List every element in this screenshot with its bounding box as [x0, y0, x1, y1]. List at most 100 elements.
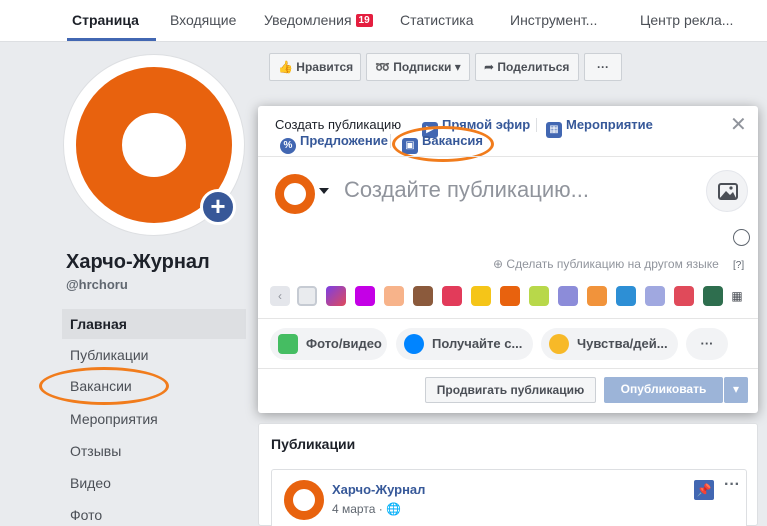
chevron-down-icon: ▾: [732, 382, 740, 396]
tab-job-label: Вакансия: [422, 133, 484, 148]
sidebar-item-events[interactable]: Мероприятия: [62, 404, 246, 434]
messenger-icon: [404, 334, 424, 354]
tab-event-label: Мероприятие: [566, 117, 653, 132]
tab-divider: [536, 118, 537, 132]
share-label: Поделиться: [497, 60, 570, 74]
swatch-brown[interactable]: [413, 286, 433, 306]
other-language-link[interactable]: ⊕ Сделать публикацию на другом языке: [493, 257, 719, 271]
help-link[interactable]: [?]: [733, 260, 744, 271]
messenger-button[interactable]: Получайте с...: [396, 328, 533, 360]
like-button[interactable]: 👍 Нравится: [269, 53, 361, 81]
feelings-button[interactable]: Чувства/дей...: [541, 328, 678, 360]
tab-ad-center[interactable]: Центр рекла...: [640, 12, 733, 28]
tab-create-post[interactable]: Создать публикацию: [275, 117, 401, 132]
composer-avatar[interactable]: [275, 174, 315, 214]
posts-section-title: Публикации: [271, 436, 356, 452]
photo-video-label: Фото/видео: [306, 336, 382, 351]
swatch-lavender[interactable]: [558, 286, 578, 306]
post-more-icon[interactable]: ···: [724, 476, 740, 494]
publish-button[interactable]: Опубликовать: [604, 377, 723, 403]
subscriptions-label: Подписки: [393, 60, 452, 74]
chevron-down-icon: ▾: [454, 60, 461, 74]
sidebar-item-jobs[interactable]: Вакансии: [62, 371, 246, 401]
footer-divider: [258, 368, 758, 369]
more-options-button[interactable]: ···: [686, 328, 728, 360]
post-author-avatar[interactable]: [284, 480, 324, 520]
thumbs-up-icon: 👍: [278, 60, 293, 74]
messenger-label: Получайте с...: [432, 336, 523, 351]
tab-offer[interactable]: % Предложение: [280, 133, 388, 154]
like-label: Нравится: [296, 60, 354, 74]
photo-icon: [278, 334, 298, 354]
share-button[interactable]: ➦ Поделиться: [475, 53, 579, 81]
swatch-rose[interactable]: [674, 286, 694, 306]
other-language-label: Сделать публикацию на другом языке: [506, 257, 719, 271]
swatch-blue[interactable]: [616, 286, 636, 306]
percent-icon: %: [280, 138, 296, 154]
header-divider: [258, 156, 758, 157]
tab-insights[interactable]: Статистика: [400, 12, 474, 28]
more-actions-button[interactable]: ···: [584, 53, 622, 81]
plus-circle-icon: ⊕: [493, 257, 504, 271]
page-action-bar: 👍 Нравится ➿ Подписки ▾ ➦ Поделиться ···: [269, 53, 623, 81]
sidebar-item-photos[interactable]: Фото: [62, 500, 246, 526]
tab-divider: [390, 134, 391, 148]
post-author-name[interactable]: Харчо-Журнал: [332, 482, 425, 497]
boost-post-button[interactable]: Продвигать публикацию: [425, 377, 596, 403]
add-photo-button[interactable]: +: [200, 189, 236, 225]
tab-job[interactable]: ▣ Вакансия: [402, 133, 483, 154]
swatch-orange[interactable]: [587, 286, 607, 306]
swatch-gradient[interactable]: [326, 286, 346, 306]
pin-icon[interactable]: 📌: [694, 480, 714, 500]
feelings-label: Чувства/дей...: [577, 336, 668, 351]
sidebar-item-videos[interactable]: Видео: [62, 468, 246, 498]
post-date-label: 4 марта: [332, 502, 376, 516]
sidebar-item-reviews[interactable]: Отзывы: [62, 436, 246, 466]
smiley-icon: [549, 334, 569, 354]
swatch-green[interactable]: [703, 286, 723, 306]
page-title: Харчо-Журнал: [66, 251, 210, 273]
share-arrow-icon: ➦: [484, 60, 495, 74]
create-post-dialog: Создать публикацию ▶ Прямой эфир ▦ Меропри…: [258, 106, 758, 413]
tab-page[interactable]: Страница: [72, 12, 139, 28]
swatch-divider: [258, 318, 758, 319]
grid-icon[interactable]: ▦: [728, 286, 746, 306]
swatch-lime[interactable]: [529, 286, 549, 306]
top-navigation: Страница Входящие Уведомления 19 Статисти…: [0, 0, 767, 42]
globe-icon: 🌐: [386, 502, 402, 516]
photo-video-button[interactable]: Фото/видео: [270, 328, 387, 360]
briefcase-icon: ▣: [402, 138, 418, 154]
tab-notifications-label: Уведомления: [264, 12, 352, 28]
publish-options-button[interactable]: ▾: [724, 377, 748, 403]
sidebar-item-home[interactable]: Главная: [62, 309, 246, 339]
background-swatches: ‹ ▦: [270, 286, 746, 306]
tab-notifications[interactable]: Уведомления 19: [264, 12, 373, 28]
tab-inbox[interactable]: Входящие: [170, 12, 236, 28]
subscriptions-button[interactable]: ➿ Подписки ▾: [366, 53, 470, 81]
post-date[interactable]: 4 марта · 🌐: [332, 502, 401, 516]
swatch-smile[interactable]: [471, 286, 491, 306]
tab-event[interactable]: ▦ Мероприятие: [546, 117, 653, 138]
swatch-magenta[interactable]: [355, 286, 375, 306]
tab-live-label: Прямой эфир: [442, 117, 531, 132]
page-handle[interactable]: @hrchoru: [66, 277, 128, 292]
add-photo-icon[interactable]: [706, 170, 748, 212]
tab-offer-label: Предложение: [300, 133, 388, 148]
post-text-input[interactable]: Создайте публикацию...: [344, 177, 589, 203]
sidebar-item-posts[interactable]: Публикации: [62, 340, 246, 370]
calendar-icon: ▦: [546, 122, 562, 138]
close-icon[interactable]: ✕: [730, 112, 747, 137]
post-card: Харчо-Журнал 4 марта · 🌐 📌 ···: [271, 469, 747, 526]
active-tab-underline: [67, 38, 156, 41]
swatch-peach[interactable]: [384, 286, 404, 306]
swatch-fire[interactable]: [500, 286, 520, 306]
swatch-eye[interactable]: [645, 286, 665, 306]
chevron-left-icon[interactable]: ‹: [270, 286, 290, 306]
chevron-down-icon[interactable]: [319, 188, 329, 194]
emoji-icon[interactable]: [733, 229, 750, 246]
swatch-plain[interactable]: [297, 286, 317, 306]
swatch-heart[interactable]: [442, 286, 462, 306]
tab-tools[interactable]: Инструмент...: [510, 12, 597, 28]
notifications-badge: 19: [355, 14, 373, 27]
plus-icon: +: [210, 191, 226, 221]
